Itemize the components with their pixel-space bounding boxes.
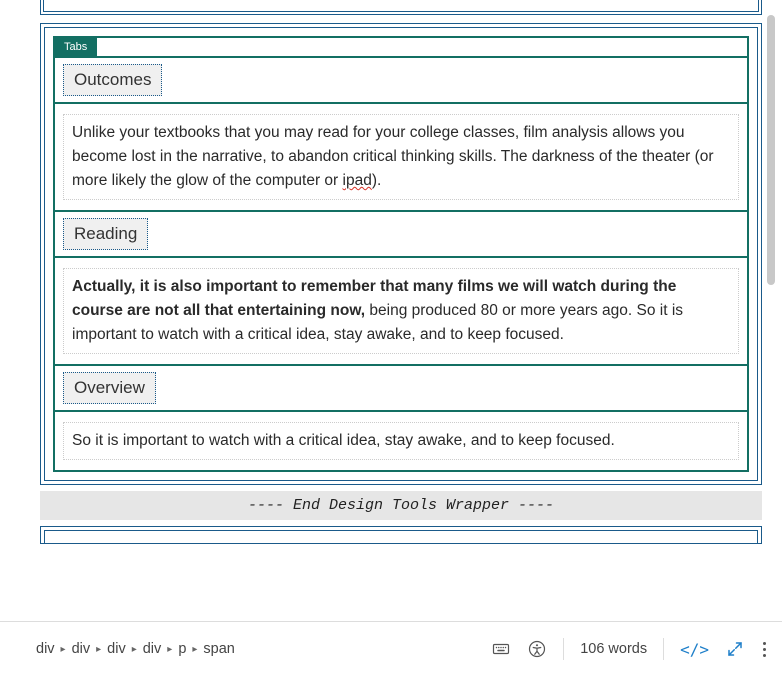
tab-title-overview[interactable]: Overview: [63, 372, 156, 404]
expand-icon[interactable]: [725, 639, 745, 659]
status-bar: div ▸ div ▸ div ▸ div ▸ p ▸ span 106 words </>: [0, 621, 782, 676]
breadcrumb-segment[interactable]: p: [178, 641, 186, 657]
text-run[interactable]: So it is important to watch with a criti…: [72, 432, 615, 449]
tab-reading[interactable]: Reading Actually, it is also important t…: [53, 210, 749, 366]
breadcrumb[interactable]: div ▸ div ▸ div ▸ div ▸ p ▸ span: [36, 641, 491, 657]
tab-body-text[interactable]: Unlike your textbooks that you may read …: [63, 114, 739, 200]
tab-header-row: Outcomes: [55, 58, 747, 104]
end-design-tools-wrapper: ---- End Design Tools Wrapper ----: [40, 491, 762, 520]
tab-body-outcomes[interactable]: Unlike your textbooks that you may read …: [55, 104, 747, 210]
panel-sliver-bottom: [40, 526, 762, 544]
tab-overview[interactable]: Overview So it is important to watch wit…: [53, 364, 749, 472]
more-icon[interactable]: [761, 642, 768, 657]
scrollbar-thumb[interactable]: [767, 15, 775, 285]
accessibility-icon[interactable]: [527, 639, 547, 659]
tab-title-outcomes[interactable]: Outcomes: [63, 64, 162, 96]
chevron-right-icon: ▸: [96, 644, 101, 655]
tab-header-row: Reading: [55, 212, 747, 258]
breadcrumb-segment[interactable]: span: [203, 641, 234, 657]
chevron-right-icon: ▸: [192, 644, 197, 655]
separator: [663, 638, 664, 660]
breadcrumb-segment[interactable]: div: [107, 641, 126, 657]
status-bar-right: 106 words </>: [491, 638, 768, 660]
breadcrumb-segment[interactable]: div: [143, 641, 162, 657]
text-run[interactable]: ipad: [343, 172, 372, 189]
tab-outcomes[interactable]: Outcomes Unlike your textbooks that you …: [53, 56, 749, 212]
vertical-scrollbar[interactable]: [764, 0, 778, 621]
code-view-icon[interactable]: </>: [680, 640, 709, 659]
tab-title-reading[interactable]: Reading: [63, 218, 148, 250]
text-run[interactable]: Unlike your textbooks that you may read …: [72, 124, 714, 189]
tabs-block-label: Tabs: [54, 37, 97, 58]
outer-panel-inner: Tabs Outcomes Unlike your textbooks that…: [44, 27, 758, 481]
word-count[interactable]: 106 words: [580, 641, 647, 657]
tab-header-row: Overview: [55, 366, 747, 412]
tab-body-reading[interactable]: Actually, it is also important to rememb…: [55, 258, 747, 364]
separator: [563, 638, 564, 660]
tab-body-overview[interactable]: So it is important to watch with a criti…: [55, 412, 747, 470]
chevron-right-icon: ▸: [132, 644, 137, 655]
keyboard-icon[interactable]: [491, 639, 511, 659]
breadcrumb-segment[interactable]: div: [36, 641, 55, 657]
chevron-right-icon: ▸: [61, 644, 66, 655]
text-run[interactable]: ).: [372, 172, 381, 189]
tab-body-text[interactable]: Actually, it is also important to rememb…: [63, 268, 739, 354]
breadcrumb-segment[interactable]: div: [72, 641, 91, 657]
chevron-right-icon: ▸: [167, 644, 172, 655]
tab-body-text[interactable]: So it is important to watch with a criti…: [63, 422, 739, 460]
panel-sliver-top: [40, 0, 762, 15]
editor-canvas[interactable]: Tabs Outcomes Unlike your textbooks that…: [0, 0, 782, 621]
outer-panel: Tabs Outcomes Unlike your textbooks that…: [40, 23, 762, 485]
tabs-block[interactable]: Tabs Outcomes Unlike your textbooks that…: [53, 36, 749, 472]
